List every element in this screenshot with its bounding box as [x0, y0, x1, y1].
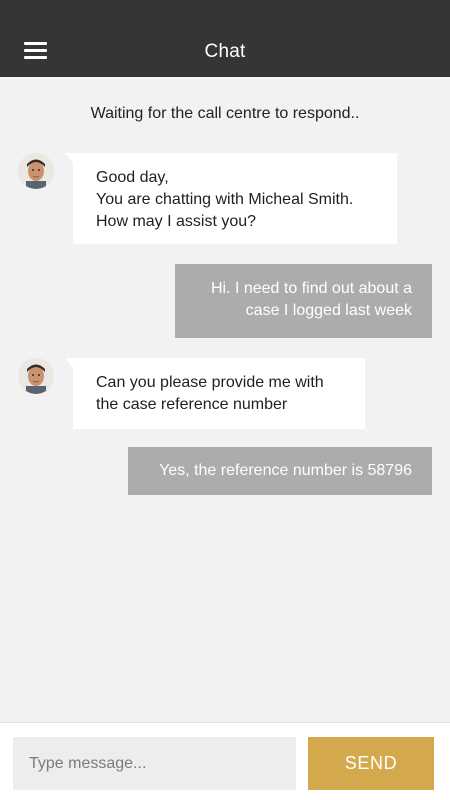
message-line: Yes, the reference number is 58796: [159, 462, 412, 479]
agent-avatar: [18, 358, 54, 394]
chat-screen: Chat Waiting for the call centre to resp…: [0, 0, 450, 800]
status-text: Waiting for the call centre to respond..: [90, 105, 360, 122]
agent-message: Good day, You are chatting with Micheal …: [65, 153, 397, 244]
message-composer: SEND: [0, 722, 450, 800]
message-line: case I logged last week: [245, 302, 412, 319]
send-button[interactable]: SEND: [308, 737, 434, 790]
message-line: You are chatting with Micheal Smith.: [96, 191, 354, 208]
message-input[interactable]: [13, 737, 296, 790]
message-line: How may I assist you?: [96, 213, 257, 230]
app-header: Chat: [0, 0, 450, 77]
user-message: Hi. I need to find out about a case I lo…: [175, 264, 432, 338]
message-line: Good day,: [96, 169, 169, 186]
message-line: the case reference number: [96, 396, 288, 413]
agent-message: Can you please provide me with the case …: [65, 358, 365, 429]
message-line: Can you please provide me with: [96, 374, 324, 391]
user-message: Yes, the reference number is 58796: [128, 447, 432, 495]
page-title: Chat: [204, 41, 246, 62]
agent-avatar: [18, 153, 54, 189]
message-line: Hi. I need to find out about a: [210, 280, 412, 297]
